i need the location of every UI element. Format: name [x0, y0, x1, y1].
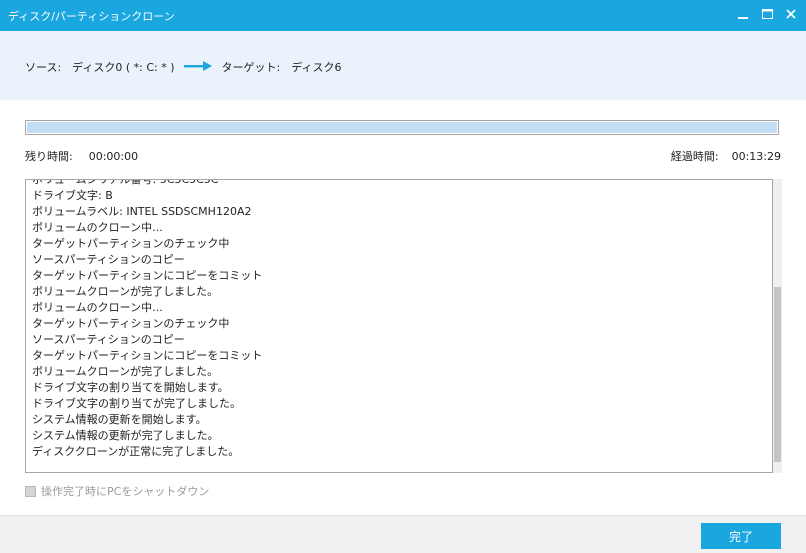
log-line: ターゲットパーティションにコピーをコミット: [32, 269, 263, 282]
footer: 完了: [0, 515, 806, 553]
log-box[interactable]: ボリュームシリアル番号: 5C5C5C5C ドライブ文字: B ボリュームラベル: …: [25, 179, 773, 473]
log-list: ボリュームシリアル番号: 5C5C5C5C ドライブ文字: B ボリュームラベル: …: [32, 179, 263, 460]
log-line: ボリュームクローンが完了しました。: [32, 365, 219, 378]
close-icon[interactable]: [784, 6, 798, 22]
maximize-icon[interactable]: [760, 6, 774, 22]
log-line: ボリュームのクローン中...: [32, 301, 163, 314]
minimize-icon[interactable]: [736, 6, 750, 22]
log-line: ドライブ文字: B: [32, 189, 113, 202]
log-line: ドライブ文字の割り当てを開始します。: [32, 381, 229, 394]
source-target-row: ソース: ディスク0 ( *: C: * ) ターゲット: ディスク6: [25, 59, 351, 75]
log-line: ドライブ文字の割り当てが完了しました。: [32, 397, 241, 410]
elapsed-time-value: 00:13:29: [731, 150, 781, 163]
target-label: ターゲット:: [221, 61, 281, 74]
elapsed-time: 経過時間: 00:13:29: [671, 148, 781, 164]
log-line: ソースパーティションのコピー: [32, 333, 185, 346]
remaining-time-value: 00:00:00: [88, 150, 139, 163]
shutdown-checkbox[interactable]: [25, 485, 36, 497]
log-line: システム情報の更新を開始します。: [32, 413, 207, 426]
log-line: ソースパーティションのコピー: [32, 253, 185, 266]
source-target-panel: ソース: ディスク0 ( *: C: * ) ターゲット: ディスク6: [0, 31, 806, 100]
scrollbar-thumb[interactable]: [774, 287, 781, 462]
log-line: ディスククローンが正常に完了しました。: [32, 445, 240, 458]
log-line: ボリュームシリアル番号: 5C5C5C5C: [32, 179, 219, 186]
log-line: ボリュームクローンが完了しました。: [32, 285, 219, 298]
window-controls: [736, 6, 798, 22]
target-value: ディスク6: [291, 61, 342, 74]
log-scrollbar[interactable]: [773, 179, 782, 473]
shutdown-label: 操作完了時にPCをシャットダウン: [41, 485, 210, 498]
log-line: ターゲットパーティションのチェック中: [32, 237, 230, 250]
shutdown-option: 操作完了時にPCをシャットダウン: [25, 483, 209, 499]
log-line: ボリュームのクローン中...: [32, 221, 163, 234]
progress-fill: [27, 122, 777, 133]
finish-button[interactable]: 完了: [701, 523, 781, 549]
source-label: ソース:: [25, 61, 62, 74]
remaining-time-label: 残り時間:: [25, 150, 73, 163]
remaining-time: 残り時間: 00:00:00: [25, 148, 138, 164]
elapsed-time-label: 経過時間:: [670, 150, 719, 163]
window-title: ディスク/パーティションクローン: [8, 10, 175, 23]
title-bar: ディスク/パーティションクローン: [0, 0, 806, 31]
log-line: システム情報の更新が完了しました。: [32, 429, 219, 442]
log-line: ターゲットパーティションのチェック中: [32, 317, 230, 330]
log-line: ボリュームラベル: INTEL SSDSCMH120A2: [32, 205, 252, 218]
progress-bar: [25, 120, 779, 135]
source-value: ディスク0 ( *: C: * ): [72, 61, 175, 74]
arrow-right-icon: [183, 60, 212, 74]
log-line: ターゲットパーティションにコピーをコミット: [32, 349, 263, 362]
